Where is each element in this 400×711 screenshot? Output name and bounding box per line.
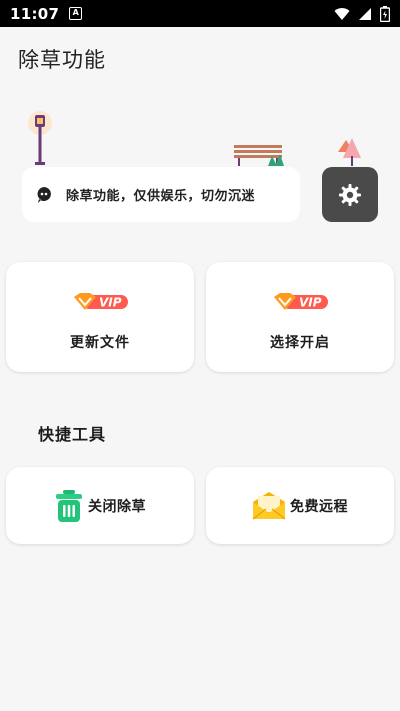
quick-tools-title: 快捷工具: [38, 425, 107, 444]
close-weeding-button[interactable]: 关闭除草: [6, 467, 194, 544]
signal-icon: [359, 7, 371, 20]
trash-bin-icon: [56, 489, 82, 522]
update-files-label: 更新文件: [70, 335, 130, 351]
envelope-icon: [252, 491, 286, 519]
update-files-card[interactable]: VIP 更新文件: [6, 262, 194, 372]
gear-icon: [339, 183, 361, 206]
battery-icon: [380, 5, 390, 22]
status-time: 11:07: [10, 4, 60, 23]
svg-text:VIP: VIP: [99, 296, 122, 310]
notice-banner: 除草功能，仅供娱乐，切勿沉迷: [22, 167, 300, 222]
select-enable-card[interactable]: VIP 选择开启: [206, 262, 394, 372]
notification-app-icon: A: [69, 7, 83, 20]
vip-badge-icon: VIP: [274, 293, 328, 310]
free-remote-button[interactable]: 免费远程: [206, 467, 394, 544]
select-enable-label: 选择开启: [270, 335, 330, 351]
close-weeding-label: 关闭除草: [88, 498, 146, 515]
svg-text:VIP: VIP: [299, 296, 322, 310]
settings-button[interactable]: [322, 167, 378, 222]
vip-badge-icon: VIP: [74, 293, 128, 310]
street-lamp-icon: [28, 111, 52, 165]
tree-icon: [338, 138, 361, 166]
quote-bubble-icon: [37, 186, 51, 203]
wifi-icon: [334, 7, 350, 20]
page-title: 除草功能: [18, 48, 106, 72]
bench-icon: [234, 145, 284, 166]
free-remote-label: 免费远程: [290, 498, 348, 515]
notice-text: 除草功能，仅供娱乐，切勿沉迷: [66, 189, 256, 204]
status-icons: [334, 5, 390, 22]
status-bar: 11:07 A: [0, 0, 400, 27]
